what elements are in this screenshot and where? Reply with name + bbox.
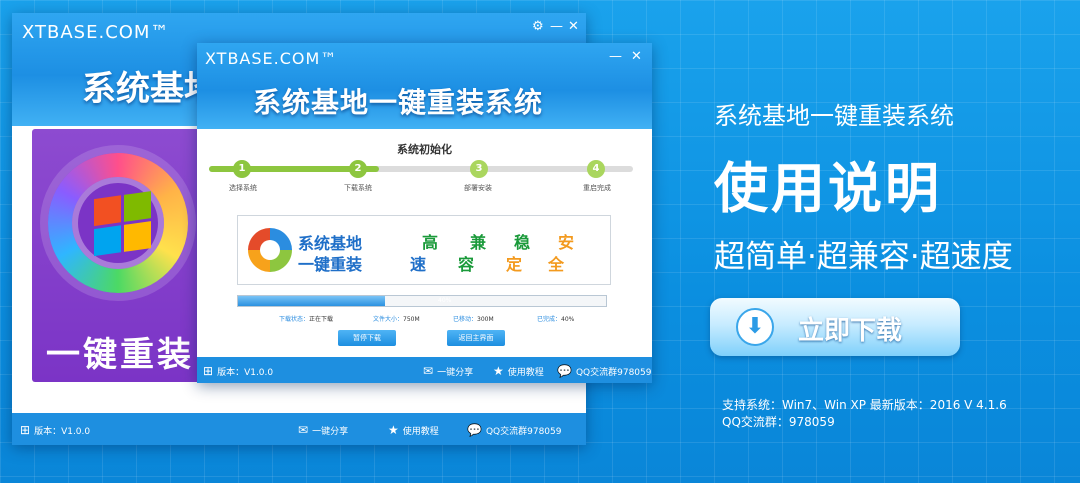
keyword: 兼	[470, 233, 487, 252]
step-2-label: 下载系统	[344, 184, 372, 192]
minimize-icon[interactable]: —	[550, 19, 563, 34]
completed-percent: 已完成：40%	[537, 314, 574, 323]
back-brand-logo: XTBASE.COM™	[22, 22, 170, 43]
back-qq-label: QQ交流群978059	[485, 426, 562, 437]
settings-icon[interactable]: ⚙	[532, 19, 544, 34]
file-size: 文件大小：750M	[373, 314, 420, 323]
close-icon[interactable]: ✕	[631, 49, 642, 64]
chat-icon: 💬	[467, 423, 482, 437]
windows-icon: ⊞	[203, 364, 214, 378]
step-4-label: 重启完成	[583, 184, 611, 192]
back-version-label: 版本：V1.0.0	[34, 426, 91, 437]
card-label: 一键重装	[46, 335, 194, 375]
feature-banner: 系统基地 一键重装 高 兼 稳 安 速 容 定 全	[237, 215, 611, 285]
front-brand-logo: XTBASE.COM™	[205, 49, 338, 68]
front-version: ⊞ 版本：V1.0.0	[203, 364, 273, 378]
keyword: 安	[558, 233, 575, 252]
keyword: 稳	[514, 233, 531, 252]
promo-title: 系统基地一键重装系统	[714, 102, 954, 130]
envelope-icon: ✉	[423, 364, 434, 378]
step-4-circle: 4	[587, 160, 605, 178]
completed-key: 已完成：	[537, 316, 562, 323]
moved-size-key: 已移动：	[453, 316, 478, 323]
download-status-value: 正在下载	[309, 316, 334, 323]
pause-download-button[interactable]: 暂停下载	[338, 330, 396, 346]
refresh-arrows-icon	[248, 228, 292, 272]
keyword: 全	[548, 255, 565, 274]
back-share-link[interactable]: ✉ 一键分享	[298, 423, 348, 437]
banner-name-line2: 一键重装	[298, 255, 363, 274]
front-share-label: 一键分享	[437, 367, 474, 378]
windows-logo-icon	[94, 191, 152, 257]
download-arrow-icon: ⬇	[736, 308, 774, 346]
chat-icon: 💬	[557, 364, 572, 378]
front-tutorial-label: 使用教程	[507, 367, 544, 378]
front-tutorial-link[interactable]: ★ 使用教程	[493, 364, 544, 378]
file-size-key: 文件大小：	[373, 316, 404, 323]
windows-icon: ⊞	[20, 423, 31, 437]
front-qq-label: QQ交流群978059	[575, 367, 652, 378]
keyword: 容	[458, 255, 475, 274]
section-title: 系统初始化	[397, 143, 452, 156]
qq-group-text: QQ交流群：978059	[722, 415, 835, 429]
moved-size-value: 300M	[477, 316, 494, 323]
back-qq-link[interactable]: 💬 QQ交流群978059	[467, 423, 561, 437]
promo-subtitle: 超简单·超兼容·超速度	[714, 239, 1013, 275]
step-track	[209, 166, 633, 172]
supported-systems-text: 支持系统：Win7、Win XP 最新版本：2016 V 4.1.6	[722, 398, 1007, 412]
back-to-main-button[interactable]: 返回主界面	[447, 330, 505, 346]
file-size-value: 750M	[403, 316, 420, 323]
step-1-circle: 1	[233, 160, 251, 178]
back-version: ⊞ 版本：V1.0.0	[20, 423, 90, 437]
download-status: 下载状态：正在下载	[279, 314, 333, 323]
close-icon[interactable]: ✕	[568, 19, 579, 34]
back-share-label: 一键分享	[312, 426, 349, 437]
step-1-label: 选择系统	[229, 184, 257, 192]
star-icon: ★	[388, 423, 399, 437]
moved-size: 已移动：300M	[453, 314, 494, 323]
front-statusbar: ⊞ 版本：V1.0.0 ✉ 一键分享 ★ 使用教程 💬 QQ交流群978059	[197, 357, 652, 383]
front-share-link[interactable]: ✉ 一键分享	[423, 364, 473, 378]
back-tutorial-label: 使用教程	[402, 426, 439, 437]
step-2-circle: 2	[349, 160, 367, 178]
keyword: 速	[410, 255, 427, 274]
download-now-label: 立即下载	[798, 316, 903, 346]
star-icon: ★	[493, 364, 504, 378]
download-progress-fill	[238, 296, 386, 306]
completed-value: 40%	[561, 316, 575, 323]
front-app-title: 系统基地一键重装系统	[253, 86, 544, 119]
back-statusbar: ⊞ 版本：V1.0.0 ✉ 一键分享 ★ 使用教程 💬 QQ交流群978059	[12, 413, 586, 445]
download-status-key: 下载状态：	[279, 316, 310, 323]
step-3-label: 部署安装	[464, 184, 492, 192]
download-progress-text: 40%	[438, 297, 452, 304]
envelope-icon: ✉	[298, 423, 309, 437]
promo-headline: 使用说明	[714, 157, 942, 220]
keyword: 高	[422, 233, 439, 252]
step-3-circle: 3	[470, 160, 488, 178]
keyword: 定	[506, 255, 523, 274]
download-progress-bar: 40%	[237, 295, 607, 307]
minimize-icon[interactable]: —	[609, 49, 622, 64]
download-now-button[interactable]: ⬇ 立即下载	[710, 298, 960, 356]
front-titlebar: XTBASE.COM™ — ✕ 系统基地一键重装系统	[197, 43, 652, 129]
front-version-label: 版本：V1.0.0	[217, 367, 274, 378]
back-tutorial-link[interactable]: ★ 使用教程	[388, 423, 439, 437]
front-qq-link[interactable]: 💬 QQ交流群978059	[557, 364, 651, 378]
front-app-window: XTBASE.COM™ — ✕ 系统基地一键重装系统 系统初始化 1 2 3 4…	[197, 43, 652, 383]
